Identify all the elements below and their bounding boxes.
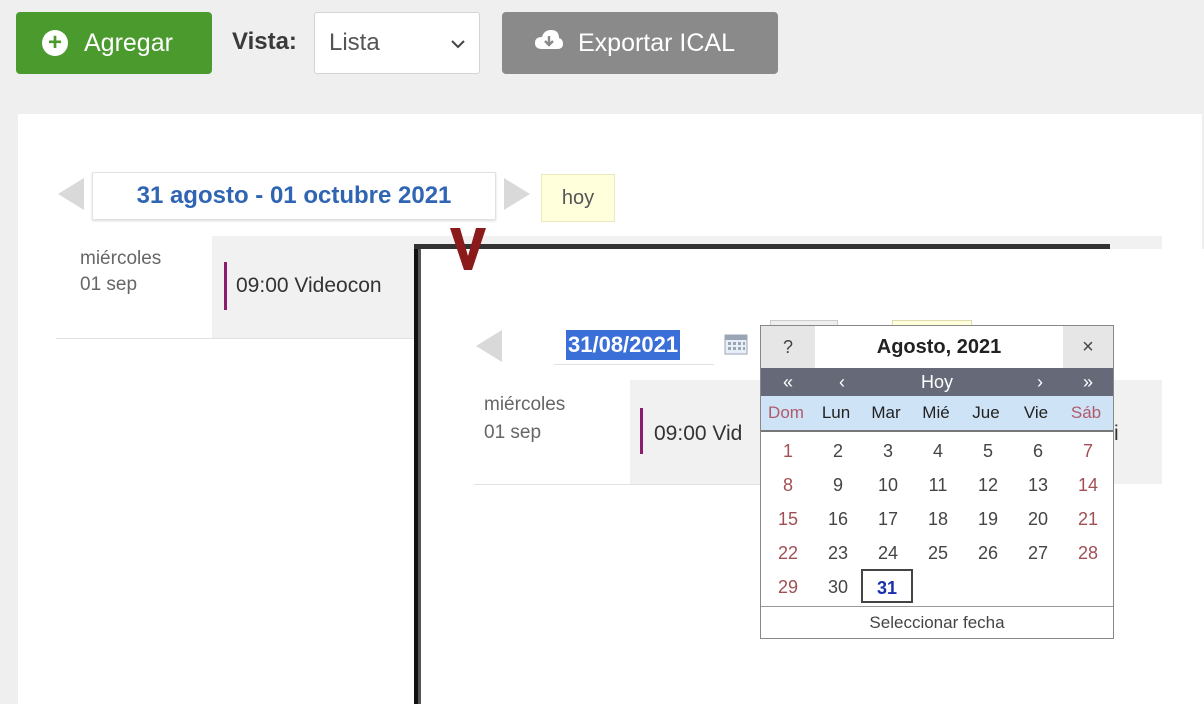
- day-cell[interactable]: 21: [1063, 502, 1113, 536]
- datepicker-nav-row: « ‹ Hoy › »: [761, 368, 1113, 396]
- inset-event-color-bar: [640, 408, 643, 454]
- day-cell[interactable]: 9: [813, 468, 863, 502]
- next-year-button[interactable]: »: [1075, 368, 1101, 396]
- day-cell[interactable]: 28: [1063, 536, 1113, 570]
- datepicker-month-title: Agosto, 2021: [876, 335, 1002, 358]
- view-label: Vista:: [232, 28, 297, 55]
- day-name: miércoles: [80, 248, 162, 269]
- add-button[interactable]: + Agregar: [16, 12, 212, 74]
- day-cell[interactable]: 19: [963, 502, 1013, 536]
- weekday-header-row: Dom Lun Mar Mié Jue Vie Sáb: [761, 396, 1113, 432]
- day-cell[interactable]: 23: [813, 536, 863, 570]
- plus-circle-icon: +: [42, 30, 68, 56]
- day-date: 01 sep: [80, 274, 138, 295]
- day-cell[interactable]: 12: [963, 468, 1013, 502]
- inset-row-divider: [474, 484, 764, 485]
- datepicker-popup: ? Agosto, 2021 × « ‹ Hoy › » Dom Lun Mar…: [760, 325, 1114, 639]
- next-month-button[interactable]: ›: [1027, 368, 1053, 396]
- date-input-selected-text[interactable]: 31/08/2021: [566, 330, 681, 360]
- weekday-label: Dom: [768, 403, 804, 422]
- datepicker-close-button[interactable]: ×: [1063, 326, 1113, 368]
- day-cell[interactable]: 17: [863, 502, 913, 536]
- view-select-value: Lista: [329, 29, 380, 56]
- day-cell[interactable]: 10: [863, 468, 913, 502]
- day-cell[interactable]: 3: [863, 434, 913, 468]
- day-cell[interactable]: 22: [763, 536, 813, 570]
- weekday-label: Sáb: [1070, 403, 1102, 422]
- prev-year-button[interactable]: «: [775, 368, 801, 396]
- day-cell[interactable]: 26: [963, 536, 1013, 570]
- inset-event-item[interactable]: 09:00 Vid: [654, 422, 742, 446]
- day-cell[interactable]: 1: [763, 434, 813, 468]
- day-cell[interactable]: 13: [1013, 468, 1063, 502]
- day-cell[interactable]: 29: [763, 570, 813, 604]
- day-cell-selected[interactable]: 31: [861, 569, 913, 603]
- weekday-label: Lun: [821, 403, 851, 422]
- day-cell[interactable]: 11: [913, 468, 963, 502]
- day-cell[interactable]: 8: [763, 468, 813, 502]
- export-ical-button[interactable]: Exportar ICAL: [502, 12, 778, 74]
- prev-month-button[interactable]: ‹: [829, 368, 855, 396]
- inset-event-tail: i: [1114, 422, 1119, 445]
- prev-arrow-icon[interactable]: [58, 178, 84, 210]
- day-cell[interactable]: 7: [1063, 434, 1113, 468]
- day-cell[interactable]: 6: [1013, 434, 1063, 468]
- weekday-label: Mar: [871, 403, 901, 422]
- event-item[interactable]: 09:00 Videocon: [236, 274, 382, 298]
- cloud-download-icon: [534, 29, 564, 58]
- day-cell[interactable]: 20: [1013, 502, 1063, 536]
- day-cell[interactable]: 30: [813, 570, 863, 604]
- datepicker-help-button[interactable]: ?: [761, 326, 815, 368]
- weekday-label: Vie: [1023, 403, 1049, 422]
- weekday-label: Mié: [922, 403, 950, 422]
- inset-prev-arrow-icon[interactable]: [476, 330, 502, 362]
- day-cell[interactable]: 24: [863, 536, 913, 570]
- day-cell[interactable]: 14: [1063, 468, 1113, 502]
- datepicker-footer: Seleccionar fecha: [761, 606, 1113, 639]
- day-cell[interactable]: 18: [913, 502, 963, 536]
- inset-day-date: 01 sep: [484, 422, 542, 443]
- view-select[interactable]: Lista: [314, 12, 480, 74]
- day-cell[interactable]: 15: [763, 502, 813, 536]
- today-button[interactable]: hoy: [541, 174, 615, 222]
- day-cell[interactable]: 25: [913, 536, 963, 570]
- today-nav-button[interactable]: Hoy: [907, 368, 967, 396]
- next-arrow-icon[interactable]: [504, 178, 530, 210]
- export-button-label: Exportar ICAL: [578, 28, 736, 57]
- inset-shadow: [414, 244, 421, 704]
- day-cell[interactable]: 2: [813, 434, 863, 468]
- event-color-bar: [224, 262, 227, 310]
- inset-day-name: miércoles: [484, 394, 566, 415]
- date-range-title[interactable]: 31 agosto - 01 octubre 2021: [92, 172, 496, 220]
- v-marker-icon: [448, 214, 488, 274]
- calendar-icon[interactable]: [724, 333, 748, 355]
- chevron-down-icon: [451, 33, 465, 54]
- day-cell[interactable]: 4: [913, 434, 963, 468]
- day-cell[interactable]: 27: [1013, 536, 1063, 570]
- weekday-label: Jue: [972, 403, 1000, 422]
- day-cell[interactable]: 5: [963, 434, 1013, 468]
- add-button-label: Agregar: [84, 28, 173, 57]
- day-cell[interactable]: 16: [813, 502, 863, 536]
